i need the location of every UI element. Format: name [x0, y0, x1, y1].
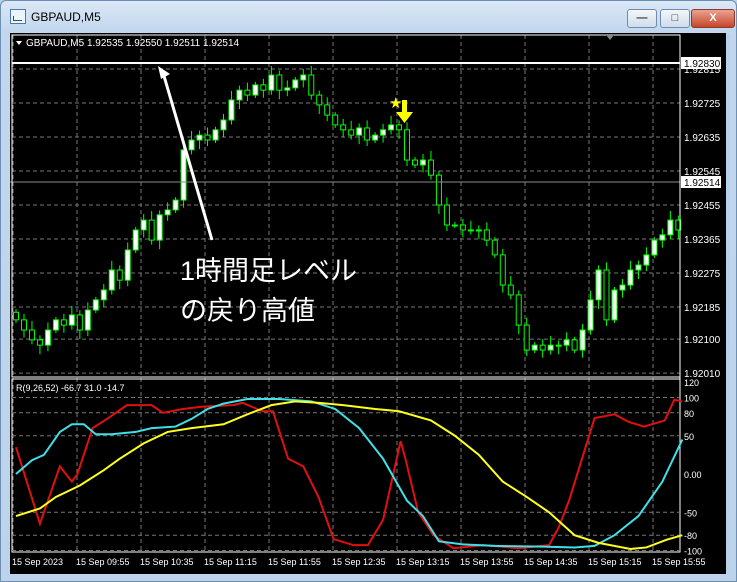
indicator-axis-label: -80: [684, 531, 697, 541]
indicator-axis-label: 120: [684, 378, 699, 388]
indicator-label: R(9,26,52) -66.7 31.0 -14.7: [16, 383, 125, 393]
indicator-axis-label: 80: [684, 409, 694, 419]
indicator-axis-label: 50: [684, 432, 694, 442]
price-chart[interactable]: GBPAUD,M5 1.92535 1.92550 1.92511 1.9251…: [0, 0, 737, 582]
hline-price-label: 1.92830: [684, 59, 721, 70]
candle: [603, 262, 610, 326]
time-axis-label: 15 Sep 14:35: [524, 557, 578, 567]
price-axis-label: 1.92185: [684, 303, 721, 314]
scrollbar[interactable]: [726, 33, 730, 574]
price-axis-label: 1.92635: [684, 133, 721, 144]
star-signal-icon: ★: [389, 95, 402, 112]
time-axis-label: 15 Sep 13:15: [396, 557, 450, 567]
time-axis-label: 15 Sep 10:35: [140, 557, 194, 567]
current-price-label: 1.92514: [684, 178, 721, 189]
indicator-axis-label: -100: [684, 547, 702, 557]
candle: [132, 226, 139, 253]
indicator-axis-label: 0.00: [684, 470, 702, 480]
time-axis-label: 15 Sep 11:15: [204, 557, 257, 567]
time-axis-label: 15 Sep 2023: [12, 557, 63, 567]
price-axis-label: 1.92455: [684, 201, 721, 212]
candle: [491, 237, 498, 258]
time-axis-label: 15 Sep 12:35: [332, 557, 386, 567]
annotation-text-line2[interactable]: の戻り高値: [180, 296, 315, 326]
candle: [611, 286, 618, 323]
time-axis-label: 15 Sep 09:55: [76, 557, 130, 567]
price-axis-label: 1.92365: [684, 235, 721, 246]
time-axis-label: 15 Sep 15:55: [652, 557, 706, 567]
indicator-axis-label: 100: [684, 394, 699, 404]
price-axis-label: 1.92100: [684, 335, 721, 346]
chart-background: [10, 33, 726, 574]
price-axis-label: 1.92725: [684, 99, 721, 110]
time-axis-label: 15 Sep 15:15: [588, 557, 642, 567]
annotation-text-line1[interactable]: 1時間足レベル: [180, 256, 357, 286]
time-axis-label: 15 Sep 13:55: [460, 557, 514, 567]
price-axis-label: 1.92275: [684, 269, 721, 280]
chart-header: GBPAUD,M5 1.92535 1.92550 1.92511 1.9251…: [26, 38, 240, 49]
time-axis-label: 15 Sep 11:55: [268, 557, 321, 567]
candle: [651, 237, 658, 258]
indicator-axis-label: -50: [684, 508, 697, 518]
